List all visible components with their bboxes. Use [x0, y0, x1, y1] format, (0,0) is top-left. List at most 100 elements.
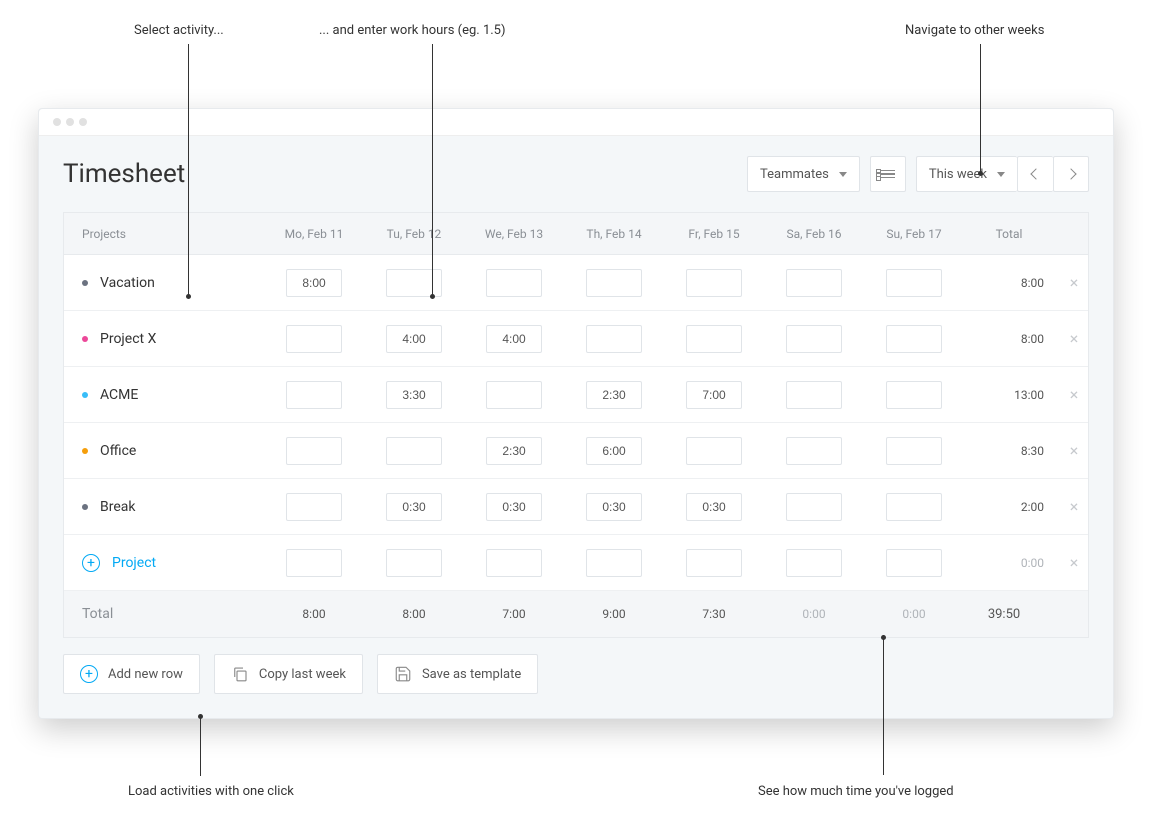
time-input[interactable] [286, 269, 342, 297]
teammates-dropdown[interactable]: Teammates [747, 156, 860, 192]
time-input[interactable] [786, 325, 842, 353]
delete-row-button[interactable] [1054, 385, 1094, 404]
titlebar [39, 109, 1113, 136]
time-input[interactable] [686, 549, 742, 577]
project-name: Vacation [100, 275, 155, 291]
time-input[interactable] [886, 381, 942, 409]
delete-row-button[interactable] [1054, 497, 1094, 516]
project-dot [82, 392, 88, 398]
time-input[interactable] [886, 325, 942, 353]
project-dot [82, 336, 88, 342]
grand-total: 39:50 [964, 607, 1054, 622]
annotation-navigate-weeks: Navigate to other weeks [905, 23, 1044, 38]
time-input[interactable] [286, 493, 342, 521]
delete-row-button[interactable] [1054, 553, 1094, 572]
time-input[interactable] [386, 437, 442, 465]
page-title: Timesheet [63, 159, 185, 189]
time-input[interactable] [686, 269, 742, 297]
time-input[interactable] [386, 381, 442, 409]
time-input[interactable] [486, 325, 542, 353]
day-total: 9:00 [564, 607, 664, 621]
col-header: Sa, Feb 16 [764, 227, 864, 241]
prev-week-button[interactable] [1017, 156, 1053, 192]
row-total: 8:00 [964, 276, 1054, 290]
time-input[interactable] [286, 549, 342, 577]
time-input[interactable] [686, 325, 742, 353]
teammates-label: Teammates [760, 167, 829, 182]
plus-icon [82, 554, 100, 572]
table-row-new: Project 0:00 [64, 535, 1088, 591]
col-header: Th, Feb 14 [564, 227, 664, 241]
col-header: Fr, Feb 15 [664, 227, 764, 241]
time-input[interactable] [486, 549, 542, 577]
copy-last-week-button[interactable]: Copy last week [214, 654, 363, 694]
day-total: 0:00 [864, 607, 964, 621]
new-project-label: Project [112, 555, 156, 571]
window-control-minimize[interactable] [66, 118, 74, 126]
time-input[interactable] [786, 493, 842, 521]
time-input[interactable] [586, 437, 642, 465]
project-cell[interactable]: Office [64, 443, 264, 459]
week-nav-group: This week [916, 156, 1089, 192]
time-input[interactable] [486, 381, 542, 409]
col-header: Mo, Feb 11 [264, 227, 364, 241]
time-input[interactable] [686, 381, 742, 409]
window-control-close[interactable] [53, 118, 61, 126]
time-input[interactable] [786, 437, 842, 465]
annotation-load-activities: Load activities with one click [128, 784, 294, 799]
time-input[interactable] [886, 269, 942, 297]
day-total: 8:00 [364, 607, 464, 621]
project-cell[interactable]: Project X [64, 331, 264, 347]
delete-row-button[interactable] [1054, 273, 1094, 292]
delete-row-button[interactable] [1054, 441, 1094, 460]
project-cell[interactable]: ACME [64, 387, 264, 403]
time-input[interactable] [686, 493, 742, 521]
table-row: ACME 13:00 [64, 367, 1088, 423]
day-total: 8:00 [264, 607, 364, 621]
week-dropdown[interactable]: This week [916, 156, 1017, 192]
day-total: 0:00 [764, 607, 864, 621]
time-input[interactable] [686, 437, 742, 465]
delete-row-button[interactable] [1054, 329, 1094, 348]
time-input[interactable] [286, 381, 342, 409]
time-input[interactable] [486, 437, 542, 465]
save-template-label: Save as template [422, 667, 521, 682]
save-template-button[interactable]: Save as template [377, 654, 538, 694]
time-input[interactable] [586, 381, 642, 409]
table-row: Vacation 8:00 [64, 255, 1088, 311]
time-input[interactable] [386, 269, 442, 297]
col-header: Tu, Feb 12 [364, 227, 464, 241]
time-input[interactable] [586, 325, 642, 353]
project-cell[interactable]: Vacation [64, 275, 264, 291]
app-header: Timesheet Teammates This week [39, 136, 1113, 212]
row-total: 13:00 [964, 388, 1054, 402]
actions-bar: Add new row Copy last week Save as templ… [39, 654, 1113, 718]
time-input[interactable] [486, 269, 542, 297]
time-input[interactable] [286, 437, 342, 465]
time-input[interactable] [486, 493, 542, 521]
time-input[interactable] [386, 549, 442, 577]
time-input[interactable] [786, 269, 842, 297]
annotation-enter-hours: ... and enter work hours (eg. 1.5) [319, 23, 506, 38]
time-input[interactable] [786, 381, 842, 409]
list-view-button[interactable] [870, 156, 906, 192]
copy-icon [231, 665, 249, 683]
time-input[interactable] [586, 549, 642, 577]
window-control-zoom[interactable] [79, 118, 87, 126]
time-input[interactable] [286, 325, 342, 353]
time-input[interactable] [586, 493, 642, 521]
add-project-cell[interactable]: Project [64, 554, 264, 572]
add-row-button[interactable]: Add new row [63, 654, 200, 694]
time-input[interactable] [886, 549, 942, 577]
project-cell[interactable]: Break [64, 499, 264, 515]
next-week-button[interactable] [1053, 156, 1089, 192]
col-header: We, Feb 13 [464, 227, 564, 241]
time-input[interactable] [586, 269, 642, 297]
time-input[interactable] [886, 493, 942, 521]
time-input[interactable] [386, 493, 442, 521]
time-input[interactable] [886, 437, 942, 465]
row-total: 8:00 [964, 332, 1054, 346]
time-input[interactable] [786, 549, 842, 577]
time-input[interactable] [386, 325, 442, 353]
table-row: Office8:30 [64, 423, 1088, 479]
